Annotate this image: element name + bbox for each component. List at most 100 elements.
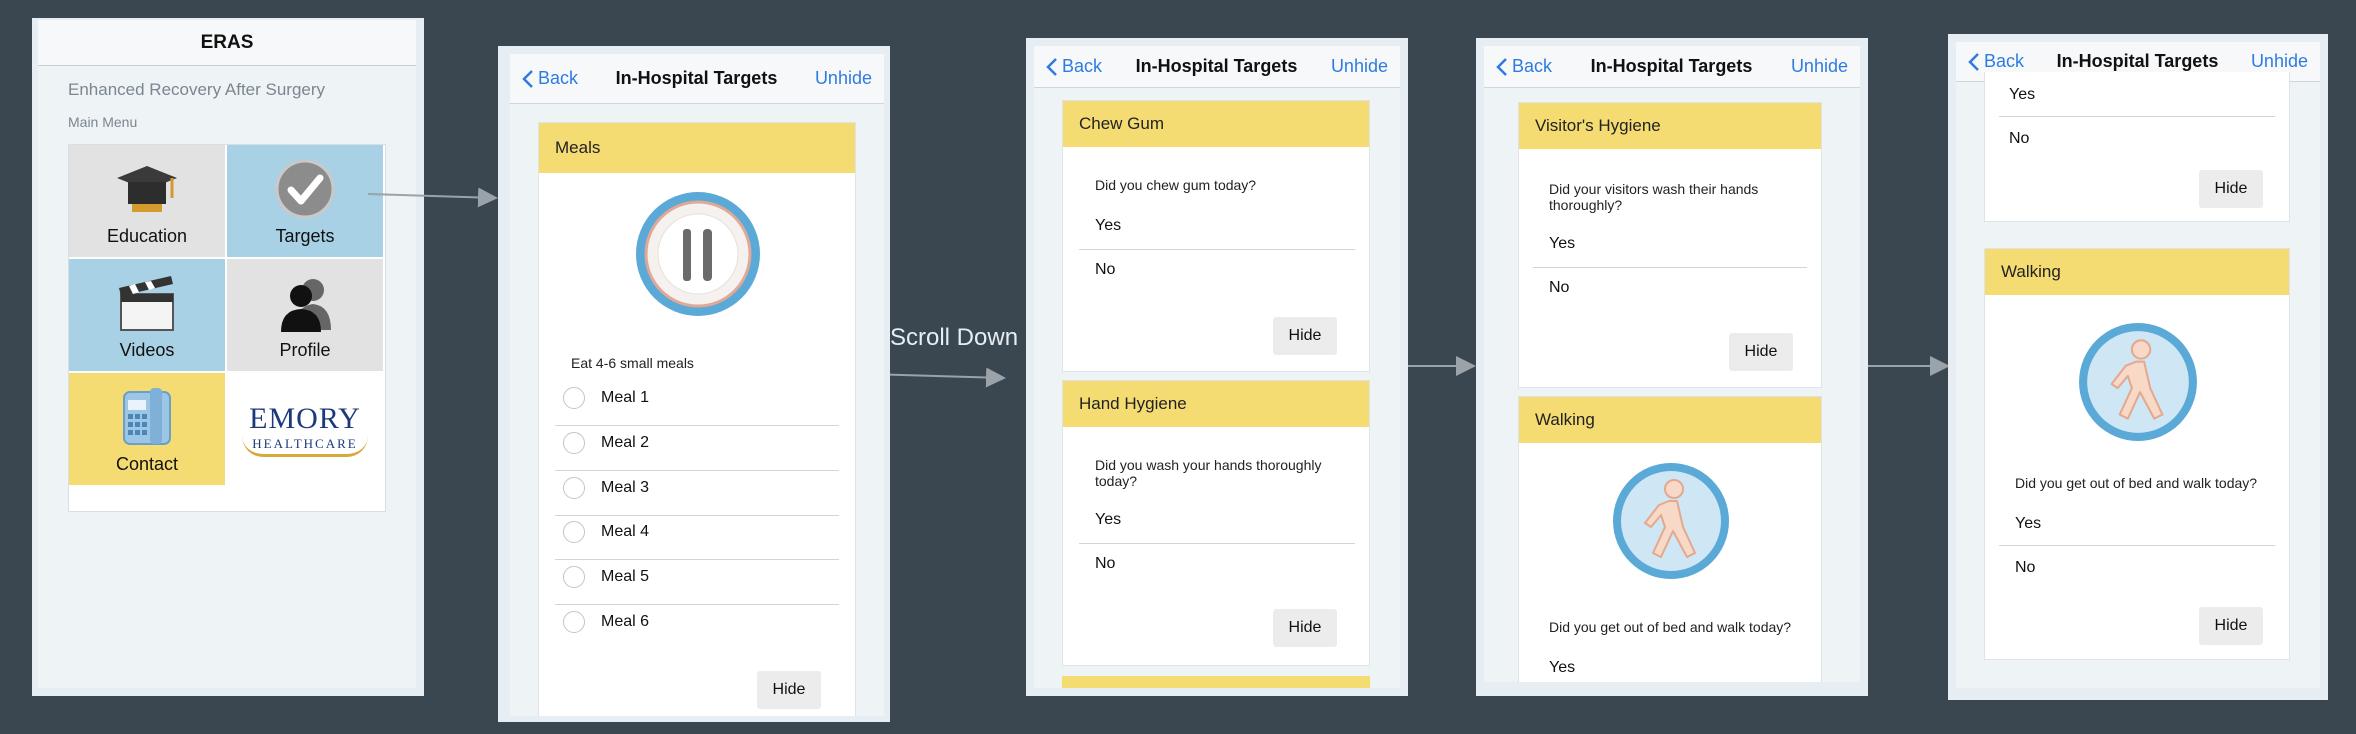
page-title: In-Hospital Targets	[615, 68, 778, 88]
meal-label: Meal 3	[601, 479, 650, 496]
walking-card: Walking Did you get out of bed and walk …	[1984, 248, 2290, 660]
question-line1: Did you wash your hands thoroughly	[1095, 457, 1322, 473]
next-card-peek	[1062, 676, 1370, 688]
option-no[interactable]: No	[1549, 279, 1569, 297]
radio-button[interactable]	[563, 611, 585, 633]
meal-option-2[interactable]: Meal 2	[563, 432, 649, 454]
screen5-frame: Back In-Hospital Targets Unhide Yes No H…	[1948, 34, 2328, 700]
unhide-button[interactable]: Unhide	[1791, 56, 1848, 77]
profile-tile[interactable]: Profile	[227, 259, 383, 371]
meal-option-5[interactable]: Meal 5	[563, 566, 649, 588]
contact-tile[interactable]: Contact	[69, 373, 225, 485]
nav-bar: Back In-Hospital Targets Unhide	[510, 54, 884, 104]
option-yes[interactable]: Yes	[1549, 235, 1575, 253]
visitor-hygiene-card: Visitor's Hygiene Did your visitors wash…	[1518, 102, 1822, 388]
hand-hygiene-question: Did you wash your hands thoroughly today…	[1095, 457, 1321, 489]
logo-line2: HEALTHCARE	[242, 436, 368, 457]
videos-label: Videos	[119, 340, 175, 360]
walking-card: Walking Did you get out of bed and walk …	[1518, 396, 1822, 682]
radio-button[interactable]	[563, 432, 585, 454]
back-label: Back	[1984, 51, 2025, 71]
walking-person-icon	[2079, 323, 2197, 441]
meal-option-4[interactable]: Meal 4	[563, 521, 649, 543]
scroll-down-label: Scroll Down	[890, 324, 1019, 351]
chevron-left-icon	[522, 69, 533, 88]
plate-icon	[636, 192, 760, 316]
chevron-left-icon	[1496, 57, 1507, 76]
hide-button[interactable]: Hide	[2199, 607, 2263, 645]
hide-button[interactable]: Hide	[1729, 333, 1793, 371]
chevron-left-icon	[1046, 57, 1057, 76]
walking-person-icon	[1613, 463, 1729, 579]
chevron-left-icon	[1968, 52, 1979, 71]
home-screen: ERAS Enhanced Recovery After Surgery Mai…	[38, 20, 416, 688]
option-no[interactable]: No	[1095, 261, 1115, 279]
hide-button[interactable]: Hide	[1273, 609, 1337, 647]
option-yes[interactable]: Yes	[2015, 515, 2041, 533]
divider	[1999, 116, 2275, 117]
hide-button[interactable]: Hide	[757, 671, 821, 709]
meal-option-1[interactable]: Meal 1	[563, 387, 649, 409]
hide-button[interactable]: Hide	[1273, 317, 1337, 355]
option-no[interactable]: No	[2015, 559, 2035, 577]
meal-option-6[interactable]: Meal 6	[563, 611, 649, 633]
divider	[555, 515, 839, 516]
divider	[1079, 543, 1355, 544]
home-frame: ERAS Enhanced Recovery After Surgery Mai…	[32, 18, 424, 696]
chew-gum-header: Chew Gum	[1063, 101, 1369, 147]
hide-button[interactable]: Hide	[2199, 170, 2263, 208]
hand-hygiene-header: Hand Hygiene	[1063, 381, 1369, 427]
screen4: Back In-Hospital Targets Unhide Visitor'…	[1484, 46, 1860, 682]
profile-label: Profile	[279, 340, 331, 360]
screen3: Back In-Hospital Targets Unhide Chew Gum…	[1034, 46, 1400, 688]
question-line1: Did your visitors wash their hands	[1549, 181, 1759, 197]
meal-option-3[interactable]: Meal 3	[563, 477, 649, 499]
back-button[interactable]: Back	[1968, 51, 2024, 72]
radio-button[interactable]	[563, 566, 585, 588]
back-button[interactable]: Back	[522, 68, 578, 89]
targets-label: Targets	[275, 226, 335, 246]
app-subtitle: Enhanced Recovery After Surgery	[68, 80, 326, 99]
graduation-cap-icon	[117, 166, 177, 212]
targets-tile[interactable]: Targets	[227, 145, 383, 257]
main-menu-grid: Education Targets Videos Profile Contact…	[68, 144, 386, 512]
option-yes[interactable]: Yes	[1549, 659, 1575, 677]
unhide-button[interactable]: Unhide	[1331, 56, 1388, 77]
chew-gum-card: Chew Gum Did you chew gum today? Yes No …	[1062, 100, 1370, 372]
unhide-button[interactable]: Unhide	[2251, 51, 2308, 72]
option-yes[interactable]: Yes	[1095, 511, 1121, 529]
divider	[555, 604, 839, 605]
divider	[555, 425, 839, 426]
meal-label: Meal 2	[601, 434, 650, 451]
checkmark-icon	[275, 159, 335, 219]
phone-icon	[123, 388, 171, 445]
divider	[555, 470, 839, 471]
radio-button[interactable]	[563, 387, 585, 409]
question-line2: thoroughly?	[1549, 197, 1623, 213]
option-yes[interactable]: Yes	[2009, 86, 2035, 104]
visitor-hygiene-question: Did your visitors wash their hands thoro…	[1549, 181, 1758, 213]
education-tile[interactable]: Education	[69, 145, 225, 257]
back-label: Back	[538, 68, 579, 88]
back-button[interactable]: Back	[1496, 56, 1552, 77]
back-button[interactable]: Back	[1046, 56, 1102, 77]
screen5: Back In-Hospital Targets Unhide Yes No H…	[1956, 42, 2320, 688]
videos-tile[interactable]: Videos	[69, 259, 225, 371]
walking-question: Did you get out of bed and walk today?	[2015, 475, 2258, 491]
emory-healthcare-logo: EMORY HEALTHCARE	[227, 373, 383, 485]
option-no[interactable]: No	[1095, 555, 1115, 573]
screen4-frame: Back In-Hospital Targets Unhide Visitor'…	[1476, 38, 1868, 696]
radio-button[interactable]	[563, 477, 585, 499]
hand-hygiene-card: Hand Hygiene Did you wash your hands tho…	[1062, 380, 1370, 666]
page-title: In-Hospital Targets	[1135, 56, 1298, 76]
option-no[interactable]: No	[2009, 130, 2029, 148]
education-label: Education	[106, 226, 188, 246]
meal-label: Meal 6	[601, 613, 650, 630]
arrow-screen2-to-screen3	[869, 367, 1006, 388]
radio-button[interactable]	[563, 521, 585, 543]
walking-question: Did you get out of bed and walk today?	[1549, 619, 1792, 635]
unhide-button[interactable]: Unhide	[815, 68, 872, 89]
option-yes[interactable]: Yes	[1095, 217, 1121, 235]
chew-gum-question: Did you chew gum today?	[1095, 177, 1257, 193]
meals-card: Meals Eat 4-6 small meals Meal 1 Meal 2 …	[538, 122, 856, 716]
